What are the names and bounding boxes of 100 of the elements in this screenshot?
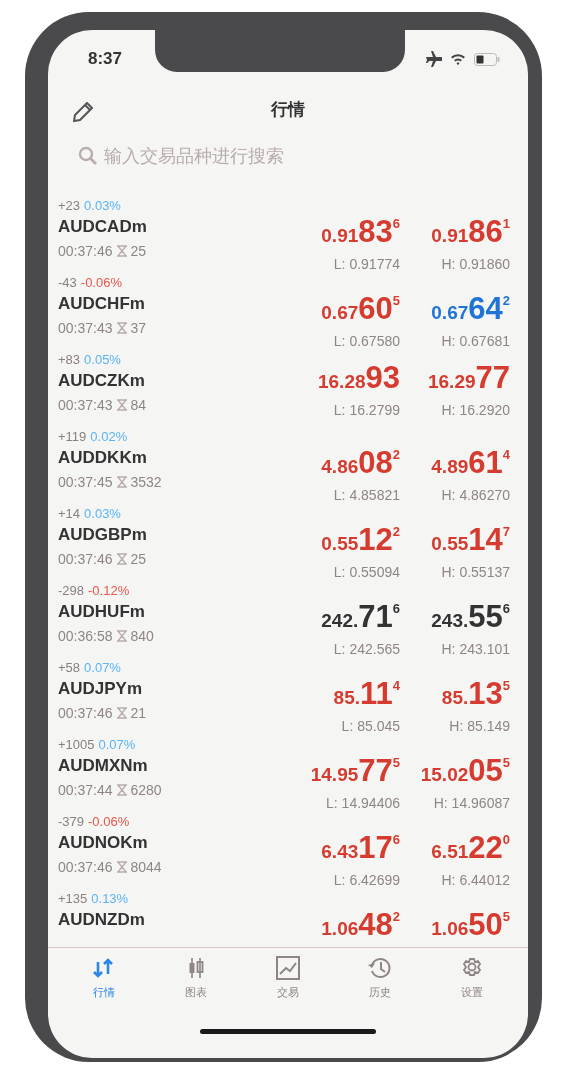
quote-time: 00:37:46 bbox=[58, 704, 113, 723]
bid-price: 4.8608$^{2}$ bbox=[321, 444, 400, 482]
tab-button[interactable]: 设置 bbox=[426, 956, 518, 1008]
spread-value: 8044 bbox=[130, 858, 162, 877]
change-value: +23 bbox=[58, 198, 81, 213]
tab-button[interactable]: 历史 bbox=[334, 956, 426, 1008]
change-percent: 0.03% bbox=[84, 198, 121, 213]
change-value: +135 bbox=[58, 891, 88, 906]
symbol-name[interactable]: AUDHUFm bbox=[58, 600, 290, 624]
ask-price: 0.5514$^{7}$ bbox=[431, 521, 510, 559]
change-value: +119 bbox=[58, 429, 87, 444]
low-price: L: 14.94406 bbox=[326, 794, 400, 813]
ask-price: 0.9186$^{1}$ bbox=[431, 213, 510, 251]
quote-time: 00:37:43 bbox=[58, 319, 113, 338]
change-percent: -0.06% bbox=[80, 275, 122, 290]
low-price: L: 242.565 bbox=[333, 640, 400, 659]
ask-price: 15.0205$^{5}$ bbox=[420, 752, 510, 790]
ask-price: 16.2977 bbox=[427, 361, 510, 397]
change-percent: -0.12% bbox=[88, 583, 130, 598]
change-value: +14 bbox=[58, 506, 81, 521]
change-percent: 0.13% bbox=[91, 891, 129, 906]
airplane-icon bbox=[424, 51, 442, 67]
low-price: L: 16.2799 bbox=[333, 401, 400, 420]
symbol-name[interactable]: AUDJPYm bbox=[58, 677, 290, 701]
symbol-name[interactable]: AUDCZKm bbox=[58, 369, 290, 393]
high-price: H: 4.86270 bbox=[441, 486, 510, 505]
symbol-name[interactable]: AUDGBPm bbox=[58, 523, 290, 547]
search-icon bbox=[78, 146, 98, 166]
ask-price: 243.55$^{6}$ bbox=[431, 598, 510, 636]
change-percent: 0.03% bbox=[84, 506, 121, 521]
bid-price: 16.2893 bbox=[317, 361, 400, 397]
status-time: 8:37 bbox=[88, 48, 123, 71]
change-percent: 0.07% bbox=[84, 660, 121, 675]
bid-price: 6.4317$^{6}$ bbox=[321, 829, 400, 867]
change-value: +58 bbox=[58, 660, 81, 675]
quote-time: 00:37:44 bbox=[58, 781, 113, 800]
high-price: H: 0.67681 bbox=[441, 332, 510, 351]
ask-price: 1.0650$^{5}$ bbox=[431, 906, 510, 944]
spread-value: 25 bbox=[130, 242, 147, 261]
low-price: L: 85.045 bbox=[341, 717, 400, 736]
edit-button[interactable] bbox=[72, 99, 94, 121]
symbol-name[interactable]: AUDNOKm bbox=[58, 831, 290, 855]
high-price: H: 85.149 bbox=[449, 717, 510, 736]
spread-value: 840 bbox=[130, 627, 154, 646]
quote-time: 00:37:45 bbox=[58, 473, 113, 492]
ask-price: 4.8961$^{4}$ bbox=[431, 444, 510, 482]
symbol-name[interactable]: AUDCHFm bbox=[58, 292, 290, 316]
quote-time: 00:37:46 bbox=[58, 242, 113, 261]
history-icon bbox=[367, 956, 393, 980]
high-price: H: 0.91860 bbox=[441, 255, 510, 274]
symbol-name[interactable]: AUDMXNm bbox=[58, 754, 290, 778]
tab-button[interactable]: 交易 bbox=[242, 956, 334, 1008]
bid-price: 1.0648$^{2}$ bbox=[321, 906, 400, 944]
bid-price: 0.5512$^{2}$ bbox=[321, 521, 400, 559]
symbol-name[interactable]: AUDDKKm bbox=[58, 446, 290, 470]
spread-value: 37 bbox=[130, 319, 147, 338]
high-price: H: 6.44012 bbox=[441, 871, 510, 890]
spread-value: 3532 bbox=[130, 473, 162, 492]
search-field[interactable]: 输入交易品种进行搜索 bbox=[104, 142, 404, 170]
spread-value: 25 bbox=[130, 550, 147, 569]
low-price: L: 0.91774 bbox=[333, 255, 400, 274]
high-price: H: 243.101 bbox=[441, 640, 510, 659]
change-value: +83 bbox=[58, 352, 81, 367]
change-percent: -0.06% bbox=[88, 814, 130, 829]
quote-time: 00:37:46 bbox=[58, 550, 113, 569]
high-price: H: 16.2920 bbox=[441, 401, 510, 420]
change-value: +1005 bbox=[58, 737, 95, 752]
low-price: L: 0.67580 bbox=[333, 332, 400, 351]
high-price: H: 0.55137 bbox=[441, 563, 510, 582]
tab-button[interactable]: 行情 bbox=[58, 956, 150, 1008]
ask-price: 85.13$^{5}$ bbox=[441, 675, 510, 713]
symbol-name[interactable]: AUDCADm bbox=[58, 215, 290, 239]
low-price: L: 6.42699 bbox=[333, 871, 400, 890]
ask-price: 6.5122$^{0}$ bbox=[431, 829, 510, 867]
tab-button[interactable]: 图表 bbox=[150, 956, 242, 1008]
bid-price: 14.9577$^{5}$ bbox=[310, 752, 400, 790]
battery-icon bbox=[474, 52, 500, 66]
quote-time: 00:37:43 bbox=[58, 396, 113, 415]
bid-price: 0.9183$^{6}$ bbox=[321, 213, 400, 251]
change-percent: 0.07% bbox=[98, 737, 136, 752]
bid-price: 85.11$^{4}$ bbox=[333, 675, 400, 713]
quote-time: 00:36:58 bbox=[58, 627, 113, 646]
spread-value: 21 bbox=[130, 704, 147, 723]
bid-price: 242.71$^{6}$ bbox=[321, 598, 400, 636]
ask-price: 0.6764$^{2}$ bbox=[431, 290, 510, 328]
wifi-icon bbox=[450, 53, 466, 65]
change-value: -379 bbox=[58, 814, 85, 829]
bid-price: 0.6760$^{5}$ bbox=[321, 290, 400, 328]
low-price: L: 0.55094 bbox=[333, 563, 400, 582]
spread-value: 6280 bbox=[130, 781, 162, 800]
change-percent: 0.02% bbox=[90, 429, 128, 444]
change-value: -298 bbox=[58, 583, 85, 598]
spread-value: 84 bbox=[130, 396, 147, 415]
change-value: -43 bbox=[58, 275, 77, 290]
low-price: L: 4.85821 bbox=[333, 486, 400, 505]
screen-title: 行情 bbox=[271, 99, 305, 122]
change-percent: 0.05% bbox=[84, 352, 121, 367]
symbol-name[interactable]: AUDNZDm bbox=[58, 908, 290, 932]
quote-time: 00:37:46 bbox=[58, 858, 113, 877]
line-chart-icon bbox=[275, 956, 301, 980]
